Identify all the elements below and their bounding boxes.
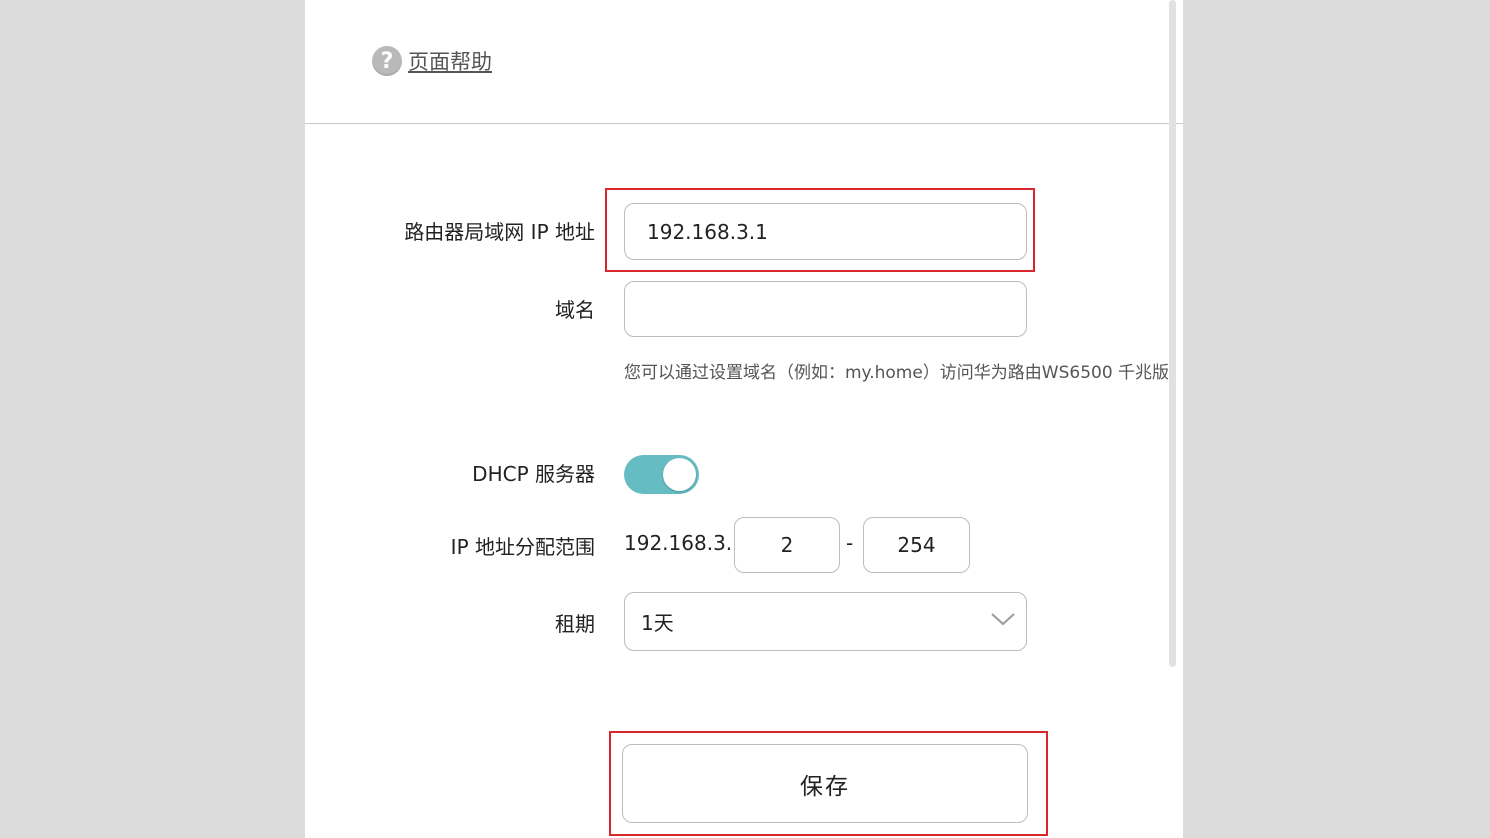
save-button[interactable]: 保存 (622, 744, 1028, 823)
ip-range-end-input[interactable]: 254 (863, 517, 970, 573)
ip-range-end-value: 254 (897, 533, 936, 557)
chevron-down-icon (991, 613, 1015, 626)
ip-range-prefix: 192.168.3. (624, 531, 733, 555)
page-help-link[interactable]: ? 页面帮助 (372, 44, 492, 78)
scrollbar[interactable] (1169, 0, 1176, 667)
lease-value: 1天 (641, 611, 674, 635)
page-help-label[interactable]: 页面帮助 (408, 46, 492, 76)
lan-ip-value: 192.168.3.1 (647, 219, 768, 244)
ip-range-label: IP 地址分配范围 (450, 535, 595, 559)
dhcp-server-label: DHCP 服务器 (472, 462, 595, 486)
ip-range-separator: - (846, 531, 854, 555)
dhcp-server-toggle[interactable] (624, 455, 699, 494)
domain-input[interactable] (624, 281, 1027, 337)
lan-ip-label: 路由器局域网 IP 地址 (404, 220, 595, 244)
ip-range-start-value: 2 (780, 533, 794, 557)
lan-ip-input[interactable]: 192.168.3.1 (624, 203, 1027, 260)
toggle-knob (663, 458, 696, 491)
question-icon: ? (372, 46, 402, 76)
domain-label: 域名 (555, 298, 595, 322)
save-button-label: 保存 (800, 773, 850, 800)
header-divider (305, 123, 1183, 124)
settings-panel: ? 页面帮助 路由器局域网 IP 地址 192.168.3.1 域名 您可以通过… (305, 0, 1183, 838)
lease-select[interactable]: 1天 (624, 592, 1027, 651)
domain-hint: 您可以通过设置域名（例如：my.home）访问华为路由WS6500 千兆版 (624, 363, 1170, 383)
ip-range-start-input[interactable]: 2 (734, 517, 840, 573)
lease-label: 租期 (555, 612, 595, 636)
